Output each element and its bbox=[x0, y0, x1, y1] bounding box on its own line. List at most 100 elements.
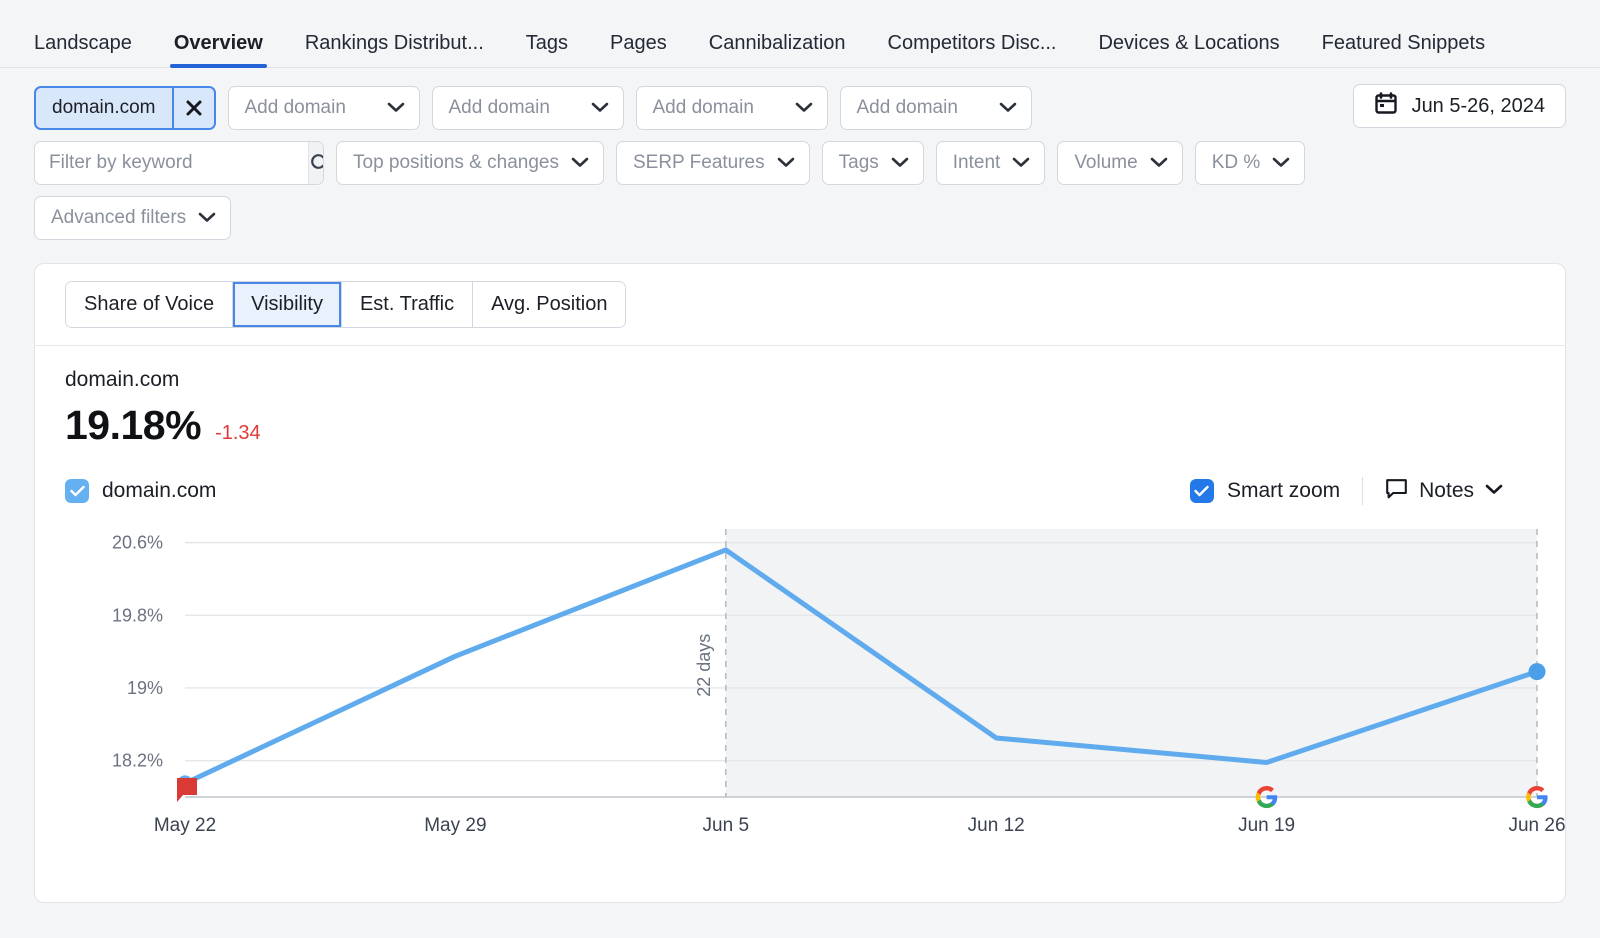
chevron-down-icon bbox=[1272, 152, 1290, 174]
tab-label: Tags bbox=[526, 32, 568, 54]
metric-summary: 19.18% -1.34 bbox=[65, 402, 1535, 449]
chevron-down-icon bbox=[795, 97, 813, 119]
segment-label: Visibility bbox=[251, 293, 323, 315]
chevron-down-icon bbox=[387, 97, 405, 119]
chart-legend-row: domain.com Smart zoom Notes bbox=[65, 477, 1535, 505]
series-checkbox[interactable] bbox=[65, 479, 89, 503]
chevron-down-icon bbox=[198, 207, 216, 229]
chevron-down-icon bbox=[777, 152, 795, 174]
filter-label: Intent bbox=[953, 152, 1001, 174]
main-tab-bar: Landscape Overview Rankings Distribut...… bbox=[0, 0, 1600, 68]
chart-endpoint-marker[interactable] bbox=[1529, 663, 1546, 680]
tab-pages[interactable]: Pages bbox=[610, 33, 667, 67]
y-axis-tick-label: 18.2% bbox=[112, 751, 163, 771]
tab-label: Overview bbox=[174, 32, 263, 54]
note-bubble-icon bbox=[1385, 477, 1408, 505]
visibility-chart-card: Share of Voice Visibility Est. Traffic A… bbox=[34, 263, 1566, 903]
chart-controls: Smart zoom Notes bbox=[1190, 477, 1503, 505]
filter-label: KD % bbox=[1212, 152, 1261, 174]
add-domain-2[interactable]: Add domain bbox=[432, 86, 624, 130]
metric-tab-header: Share of Voice Visibility Est. Traffic A… bbox=[35, 264, 1565, 346]
y-axis-tick-label: 19% bbox=[127, 678, 163, 698]
visibility-line-chart[interactable]: 20.6% 19.8% 19% 18.2% May 22 May 29 Jun 5 Jun 1… bbox=[65, 519, 1535, 849]
tab-label: Competitors Disc... bbox=[888, 32, 1057, 54]
filter-label: Tags bbox=[839, 152, 879, 174]
x-axis-tick-label: Jun 26 bbox=[1508, 815, 1565, 836]
close-icon[interactable] bbox=[172, 88, 214, 128]
tab-label: Landscape bbox=[34, 32, 132, 54]
search-icon[interactable] bbox=[308, 142, 324, 184]
metric-delta: -1.34 bbox=[215, 422, 261, 445]
add-domain-label: Add domain bbox=[449, 97, 550, 119]
date-range-picker[interactable]: Jun 5-26, 2024 bbox=[1353, 84, 1566, 128]
tab-est-traffic[interactable]: Est. Traffic bbox=[342, 282, 473, 327]
search-box[interactable] bbox=[34, 141, 324, 185]
chart-body: domain.com 19.18% -1.34 domain.com Smart… bbox=[35, 346, 1565, 849]
tab-cannibalization[interactable]: Cannibalization bbox=[709, 33, 846, 67]
x-axis-tick-label: Jun 12 bbox=[968, 815, 1025, 836]
tab-featured-snippets[interactable]: Featured Snippets bbox=[1322, 33, 1485, 67]
tab-label: Pages bbox=[610, 32, 667, 54]
chevron-down-icon bbox=[891, 152, 909, 174]
y-axis-tick-label: 19.8% bbox=[112, 605, 163, 625]
series-legend[interactable]: domain.com bbox=[65, 479, 216, 503]
filter-serp-features[interactable]: SERP Features bbox=[616, 141, 810, 185]
metric-domain-label: domain.com bbox=[65, 368, 1535, 392]
filter-top-positions-changes[interactable]: Top positions & changes bbox=[336, 141, 604, 185]
filter-panel: domain.com Add domain Add domain Add dom… bbox=[0, 68, 1600, 240]
metric-value: 19.18% bbox=[65, 402, 201, 449]
filter-label: Volume bbox=[1074, 152, 1137, 174]
y-axis-tick-label: 20.6% bbox=[112, 533, 163, 553]
smart-zoom-label: Smart zoom bbox=[1227, 479, 1340, 503]
tab-landscape[interactable]: Landscape bbox=[34, 33, 132, 67]
x-axis-tick-label: May 29 bbox=[424, 815, 486, 836]
x-axis-tick-label: May 22 bbox=[154, 815, 216, 836]
tab-tags[interactable]: Tags bbox=[526, 33, 568, 67]
segment-label: Share of Voice bbox=[84, 293, 214, 315]
tab-overview[interactable]: Overview bbox=[174, 33, 263, 67]
note-flag-icon[interactable] bbox=[177, 778, 197, 802]
tab-label: Devices & Locations bbox=[1098, 32, 1279, 54]
tab-rankings-distribution[interactable]: Rankings Distribut... bbox=[305, 33, 484, 67]
chart-highlight-region bbox=[726, 529, 1537, 797]
chart-svg: 20.6% 19.8% 19% 18.2% May 22 May 29 Jun 5 Jun 1… bbox=[65, 519, 1565, 849]
add-domain-4[interactable]: Add domain bbox=[840, 86, 1032, 130]
x-axis-tick-label: Jun 5 bbox=[703, 815, 749, 836]
advanced-filters-label: Advanced filters bbox=[51, 207, 186, 229]
chevron-down-icon bbox=[571, 152, 589, 174]
search-input[interactable] bbox=[35, 142, 308, 184]
chevron-down-icon bbox=[591, 97, 609, 119]
notes-dropdown[interactable]: Notes bbox=[1385, 477, 1503, 505]
add-domain-3[interactable]: Add domain bbox=[636, 86, 828, 130]
legend-divider bbox=[1362, 477, 1363, 505]
tab-share-of-voice[interactable]: Share of Voice bbox=[66, 282, 233, 327]
chevron-down-icon bbox=[1012, 152, 1030, 174]
segment-label: Est. Traffic bbox=[360, 293, 454, 315]
segment-label: Avg. Position bbox=[491, 293, 607, 315]
smart-zoom-toggle[interactable]: Smart zoom bbox=[1190, 479, 1340, 503]
tab-label: Rankings Distribut... bbox=[305, 32, 484, 54]
tab-label: Cannibalization bbox=[709, 32, 846, 54]
filter-volume[interactable]: Volume bbox=[1057, 141, 1182, 185]
tab-devices-locations[interactable]: Devices & Locations bbox=[1098, 33, 1279, 67]
filter-kd-percent[interactable]: KD % bbox=[1195, 141, 1306, 185]
calendar-icon bbox=[1374, 91, 1398, 121]
tab-visibility[interactable]: Visibility bbox=[233, 282, 342, 327]
tab-competitors-discovery[interactable]: Competitors Disc... bbox=[888, 33, 1057, 67]
chart-duration-label: 22 days bbox=[694, 634, 714, 697]
filter-intent[interactable]: Intent bbox=[936, 141, 1046, 185]
add-domain-label: Add domain bbox=[857, 97, 958, 119]
domain-chip-label: domain.com bbox=[36, 88, 172, 128]
add-domain-1[interactable]: Add domain bbox=[228, 86, 420, 130]
domain-chip-selected[interactable]: domain.com bbox=[34, 86, 216, 130]
x-axis-tick-label: Jun 19 bbox=[1238, 815, 1295, 836]
filter-tags[interactable]: Tags bbox=[822, 141, 924, 185]
filter-label: SERP Features bbox=[633, 152, 765, 174]
chevron-down-icon bbox=[1150, 152, 1168, 174]
add-domain-label: Add domain bbox=[245, 97, 346, 119]
advanced-filters-button[interactable]: Advanced filters bbox=[34, 196, 231, 240]
tab-label: Featured Snippets bbox=[1322, 32, 1485, 54]
tab-avg-position[interactable]: Avg. Position bbox=[473, 282, 625, 327]
filter-label: Top positions & changes bbox=[353, 152, 559, 174]
smart-zoom-checkbox[interactable] bbox=[1190, 479, 1214, 503]
